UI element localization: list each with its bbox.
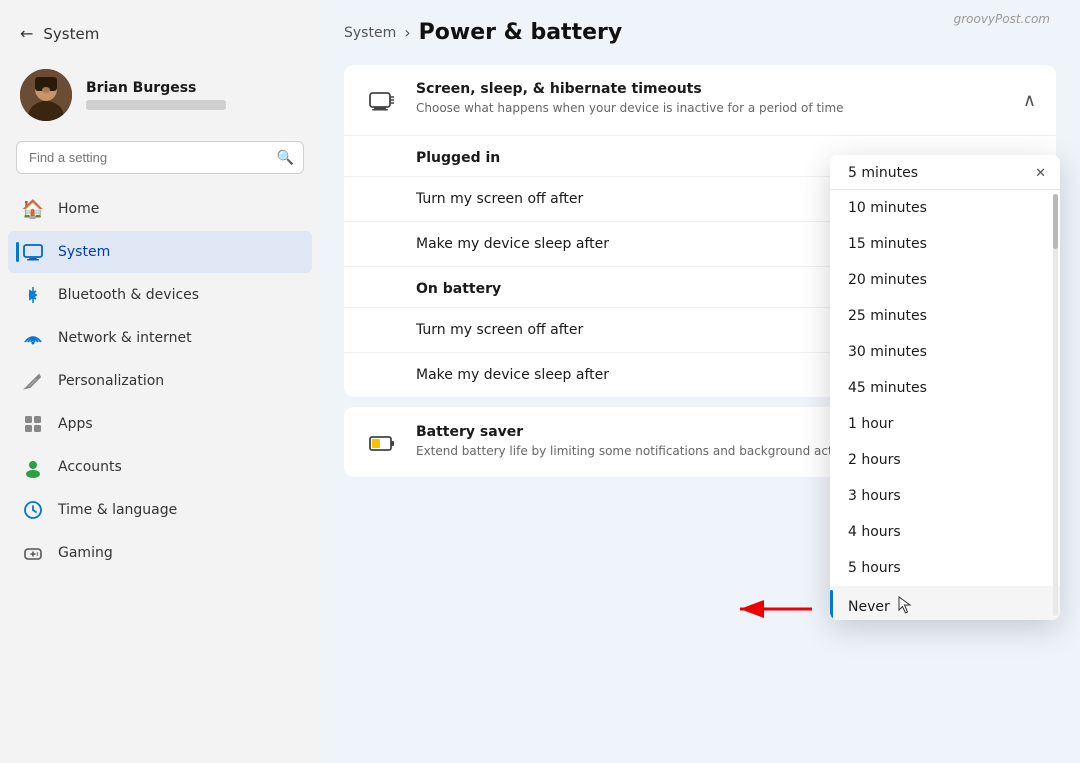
dropdown-label: 15 minutes (848, 236, 927, 252)
scrollbar-track[interactable] (1053, 194, 1058, 616)
back-navigation[interactable]: ← System (0, 16, 320, 59)
apps-icon (22, 413, 44, 435)
sleep-card-title: Screen, sleep, & hibernate timeouts (416, 81, 1007, 97)
home-icon: 🏠 (22, 198, 44, 220)
sidebar-item-system[interactable]: System (8, 231, 312, 273)
dropdown-label: Never (848, 599, 890, 615)
scrollbar-thumb[interactable] (1053, 194, 1058, 249)
sidebar-label-gaming: Gaming (58, 545, 113, 561)
red-arrow-annotation (732, 597, 822, 621)
gaming-icon (22, 542, 44, 564)
dropdown-item-15min[interactable]: 15 minutes (830, 226, 1060, 262)
breadcrumb: System › Power & battery (344, 20, 1056, 45)
battery-icon (364, 425, 400, 461)
user-email-placeholder (86, 100, 226, 110)
dropdown-label: 5 hours (848, 560, 901, 576)
dropdown-label: 4 hours (848, 524, 901, 540)
dropdown-item-5hours[interactable]: 5 hours (830, 550, 1060, 586)
red-arrow-icon (732, 597, 822, 621)
search-input[interactable] (16, 141, 304, 174)
sidebar-label-time: Time & language (58, 502, 177, 518)
mouse-cursor (898, 596, 912, 618)
dropdown-label: 3 hours (848, 488, 901, 504)
dropdown-label: 45 minutes (848, 380, 927, 396)
dropdown-label: 25 minutes (848, 308, 927, 324)
dropdown-first-option[interactable]: 5 minutes (848, 157, 1029, 189)
dropdown-label: 20 minutes (848, 272, 927, 288)
sidebar-item-accounts[interactable]: Accounts (8, 446, 312, 488)
dropdown-item-4hours[interactable]: 4 hours (830, 514, 1060, 550)
battery-card-text: Battery saver Extend battery life by lim… (416, 424, 898, 460)
accounts-icon (22, 456, 44, 478)
search-box[interactable]: 🔍 (16, 141, 304, 174)
battery-sleep-label: Make my device sleep after (416, 367, 609, 383)
active-indicator (16, 242, 19, 262)
dropdown-label: 30 minutes (848, 344, 927, 360)
sleep-card-text: Screen, sleep, & hibernate timeouts Choo… (416, 81, 1007, 117)
breadcrumb-parent: System (344, 25, 396, 41)
sidebar-label-personalization: Personalization (58, 373, 164, 389)
user-profile: Brian Burgess (0, 59, 320, 137)
breadcrumb-separator: › (404, 23, 410, 42)
sidebar-label-system: System (58, 244, 110, 260)
network-icon (22, 327, 44, 349)
user-name: Brian Burgess (86, 80, 226, 96)
sidebar-label-network: Network & internet (58, 330, 192, 346)
sleep-card-chevron[interactable]: ∧ (1023, 90, 1036, 111)
sleep-card-header[interactable]: Screen, sleep, & hibernate timeouts Choo… (344, 65, 1056, 136)
sidebar-item-personalization[interactable]: Personalization (8, 360, 312, 402)
dropdown-item-25min[interactable]: 25 minutes (830, 298, 1060, 334)
sidebar-item-network[interactable]: Network & internet (8, 317, 312, 359)
dropdown-overlay: 5 minutes ✕ 10 minutes 15 minutes 20 min… (830, 155, 1060, 620)
sidebar-nav: 🏠 Home System Bluetooth & devices Networ… (0, 188, 320, 574)
battery-card-subtitle: Extend battery life by limiting some not… (416, 443, 898, 460)
search-icon: 🔍 (277, 150, 294, 166)
dropdown-label: 10 minutes (848, 200, 927, 216)
breadcrumb-current: Power & battery (419, 20, 623, 45)
sleep-icon (364, 83, 400, 119)
dropdown-label: 1 hour (848, 416, 893, 432)
sidebar-label-home: Home (58, 201, 99, 217)
sidebar-label-accounts: Accounts (58, 459, 122, 475)
sidebar-item-time[interactable]: Time & language (8, 489, 312, 531)
sidebar-item-home[interactable]: 🏠 Home (8, 188, 312, 230)
personalization-icon (22, 370, 44, 392)
sidebar: ← System Brian Burgess 🔍 (0, 0, 320, 763)
time-icon (22, 499, 44, 521)
settings-title: System (43, 25, 99, 43)
dropdown-label: 2 hours (848, 452, 901, 468)
battery-screen-off-label: Turn my screen off after (416, 322, 583, 338)
dropdown-item-20min[interactable]: 20 minutes (830, 262, 1060, 298)
system-icon (22, 241, 44, 263)
main-content: groovyPost.com System › Power & battery … (320, 0, 1080, 763)
dropdown-item-10min[interactable]: 10 minutes (830, 190, 1060, 226)
back-arrow-icon: ← (20, 24, 33, 43)
sidebar-label-apps: Apps (58, 416, 93, 432)
sleep-card-subtitle: Choose what happens when your device is … (416, 100, 1007, 117)
sidebar-item-apps[interactable]: Apps (8, 403, 312, 445)
dropdown-item-1hour[interactable]: 1 hour (830, 406, 1060, 442)
battery-card-title: Battery saver (416, 424, 898, 440)
sidebar-label-bluetooth: Bluetooth & devices (58, 287, 199, 303)
dropdown-item-3hours[interactable]: 3 hours (830, 478, 1060, 514)
sidebar-item-bluetooth[interactable]: Bluetooth & devices (8, 274, 312, 316)
dropdown-item-2hours[interactable]: 2 hours (830, 442, 1060, 478)
plugged-sleep-label: Make my device sleep after (416, 236, 609, 252)
dropdown-item-45min[interactable]: 45 minutes (830, 370, 1060, 406)
avatar-image (20, 69, 72, 121)
close-button[interactable]: ✕ (1029, 160, 1052, 187)
avatar (20, 69, 72, 121)
dropdown-item-30min[interactable]: 30 minutes (830, 334, 1060, 370)
bluetooth-icon (22, 284, 44, 306)
user-info: Brian Burgess (86, 80, 226, 110)
sidebar-item-gaming[interactable]: Gaming (8, 532, 312, 574)
plugged-screen-off-label: Turn my screen off after (416, 191, 583, 207)
dropdown-item-never[interactable]: Never (830, 586, 1060, 620)
watermark: groovyPost.com (954, 12, 1050, 26)
